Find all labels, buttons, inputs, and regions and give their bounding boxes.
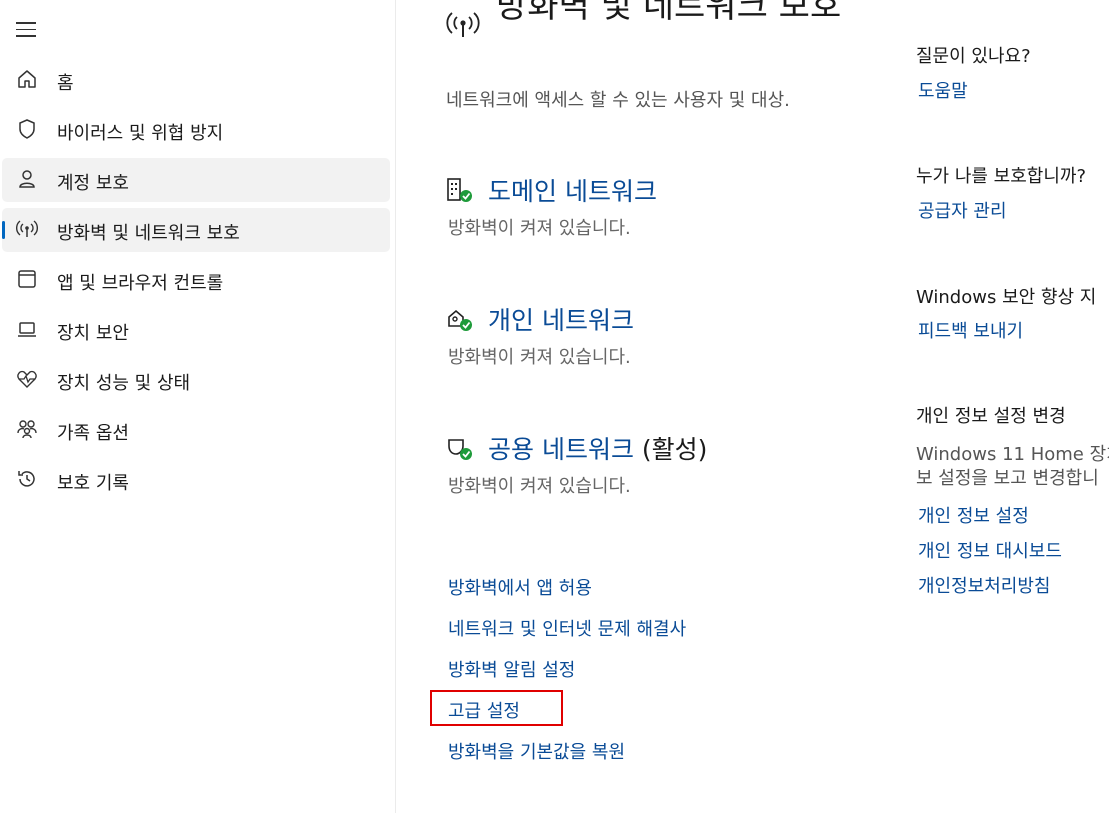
sidebar-item-label: 가족 옵션 [57, 423, 129, 444]
question-heading: 질문이 있나요? [916, 46, 1031, 67]
shield-icon [19, 119, 35, 139]
menu-icon[interactable] [16, 22, 36, 40]
laptop-icon [18, 322, 36, 337]
page-title: 방화벽 및 네트워크 보호 [496, 0, 842, 26]
sidebar-item-firewall[interactable]: 방화벽 및 네트워크 보호 [2, 208, 390, 252]
privacy-settings-heading: 개인 정보 설정 변경 [916, 406, 1066, 427]
firewall-notification-settings-link[interactable]: 방화벽 알림 설정 [448, 656, 575, 682]
sidebar-item-family-options[interactable]: 가족 옵션 [2, 408, 390, 452]
public-network-status: 방화벽이 켜져 있습니다. [448, 476, 631, 497]
who-protects-heading: 누가 나를 보호합니까? [916, 166, 1087, 187]
history-icon [18, 471, 35, 487]
sidebar: 홈 바이러스 및 위협 방지 계정 보호 방화벽 및 네트워크 보호 앱 및 브… [0, 0, 396, 813]
sidebar-item-app-browser-control[interactable]: 앱 및 브라우저 컨트롤 [2, 258, 390, 302]
sidebar-item-protection-history[interactable]: 보호 기록 [2, 458, 390, 502]
domain-network-link[interactable]: 도메인 네트워크 [488, 172, 657, 208]
domain-network-status: 방화벽이 켜져 있습니다. [448, 218, 631, 239]
sidebar-item-label: 바이러스 및 위협 방지 [57, 123, 224, 144]
private-network-section: 개인 네트워크 방화벽이 켜져 있습니다. [446, 301, 876, 371]
public-network-section: 공용 네트워크 (활성) 방화벽이 켜져 있습니다. [446, 430, 876, 500]
sidebar-item-label: 앱 및 브라우저 컨트롤 [57, 273, 224, 294]
person-icon [19, 170, 35, 188]
app-window-icon [18, 270, 36, 288]
privacy-description-line-2: 보 설정을 보고 변경합니 [916, 468, 1099, 489]
wireless-icon [16, 220, 38, 237]
privacy-statement-link[interactable]: 개인정보처리방침 [918, 572, 1050, 598]
public-network-icon [448, 439, 472, 460]
privacy-description-line-1: Windows 11 Home 장치 [916, 444, 1109, 465]
sidebar-item-home[interactable]: 홈 [2, 58, 390, 102]
improve-windows-security-heading: Windows 보안 향상 지 [916, 287, 1097, 308]
sidebar-item-account-protection[interactable]: 계정 보호 [2, 158, 390, 202]
sidebar-item-device-performance[interactable]: 장치 성능 및 상태 [2, 358, 390, 402]
send-feedback-link[interactable]: 피드백 보내기 [918, 317, 1023, 343]
sidebar-item-virus-protection[interactable]: 바이러스 및 위협 방지 [2, 108, 390, 152]
selection-indicator [2, 221, 5, 239]
heart-pulse-icon [17, 370, 37, 388]
highlight-annotation [430, 690, 563, 726]
sidebar-item-label: 방화벽 및 네트워크 보호 [57, 223, 240, 244]
restore-defaults-link[interactable]: 방화벽을 기본값을 복원 [448, 738, 625, 764]
public-network-link[interactable]: 공용 네트워크 (활성) [488, 430, 707, 466]
help-link[interactable]: 도움말 [918, 77, 968, 103]
sidebar-item-label: 계정 보호 [57, 173, 129, 194]
private-network-status: 방화벽이 켜져 있습니다. [448, 347, 631, 368]
sidebar-item-device-security[interactable]: 장치 보안 [2, 308, 390, 352]
privacy-settings-link[interactable]: 개인 정보 설정 [918, 502, 1029, 528]
domain-network-section: 도메인 네트워크 방화벽이 켜져 있습니다. [446, 172, 876, 242]
privacy-dashboard-link[interactable]: 개인 정보 대시보드 [918, 537, 1062, 563]
private-network-icon [448, 309, 472, 331]
sidebar-item-label: 보호 기록 [57, 473, 129, 494]
domain-network-icon [447, 178, 472, 202]
sidebar-item-label: 장치 성능 및 상태 [57, 373, 191, 394]
active-label: (활성) [633, 435, 708, 464]
wireless-icon [446, 12, 480, 37]
allow-app-through-firewall-link[interactable]: 방화벽에서 앱 허용 [448, 574, 592, 600]
sidebar-item-label: 홈 [57, 73, 74, 94]
page-description: 네트워크에 액세스 할 수 있는 사용자 및 대상. [446, 90, 790, 111]
family-icon [17, 420, 37, 439]
manage-providers-link[interactable]: 공급자 관리 [918, 197, 1007, 223]
home-icon [18, 70, 36, 88]
network-troubleshooter-link[interactable]: 네트워크 및 인터넷 문제 해결사 [448, 615, 686, 641]
sidebar-item-label: 장치 보안 [57, 323, 129, 344]
private-network-link[interactable]: 개인 네트워크 [488, 301, 634, 337]
